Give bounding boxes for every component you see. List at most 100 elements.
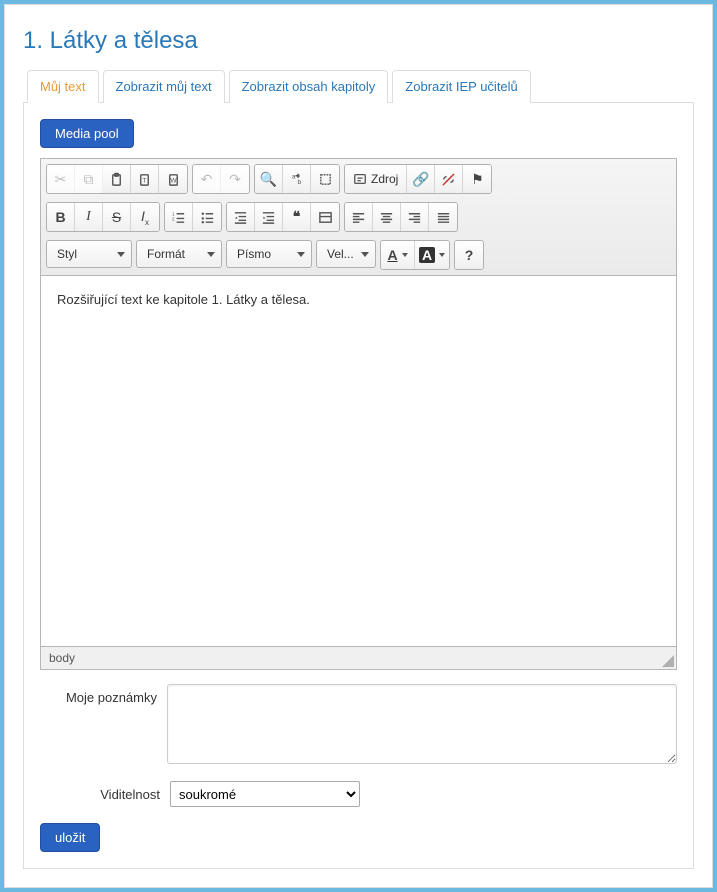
tab-show-chapter-content[interactable]: Zobrazit obsah kapitoly: [229, 70, 389, 103]
style-combo[interactable]: Styl: [46, 240, 132, 268]
chevron-down-icon: [117, 252, 125, 257]
notes-label: Moje poznámky: [40, 684, 157, 705]
numbered-list-button[interactable]: 12: [165, 203, 193, 231]
undo-button[interactable]: ↶: [193, 165, 221, 193]
svg-text:a: a: [292, 173, 296, 180]
bulleted-list-icon: [200, 210, 215, 225]
align-right-button[interactable]: [401, 203, 429, 231]
rich-text-editor: ✂ ⧉ T W: [40, 158, 677, 670]
strike-button[interactable]: S: [103, 203, 131, 231]
bold-icon: B: [55, 209, 65, 225]
editor-content: Rozšiřující text ke kapitole 1. Látky a …: [57, 292, 310, 307]
visibility-label: Viditelnost: [40, 787, 160, 802]
toolbar-group-undo: ↶ ↷: [192, 164, 250, 194]
bg-color-icon: A: [419, 247, 435, 263]
help-button[interactable]: ?: [455, 241, 483, 269]
scissors-icon: ✂: [55, 171, 67, 188]
svg-text:T: T: [143, 177, 147, 184]
source-icon: [353, 172, 367, 186]
remove-format-icon: Ix: [141, 208, 149, 227]
align-left-icon: [351, 210, 366, 225]
visibility-row: Viditelnost soukromé: [40, 781, 677, 807]
source-label: Zdroj: [371, 172, 398, 186]
tab-content: Media pool ✂ ⧉ T: [23, 103, 694, 869]
find-button[interactable]: 🔍: [255, 165, 283, 193]
toolbar-group-lists: 12: [164, 202, 222, 232]
bg-color-button[interactable]: A: [415, 241, 449, 269]
tab-label: Zobrazit IEP učitelů: [405, 79, 517, 94]
style-combo-label: Styl: [57, 247, 77, 261]
text-color-button[interactable]: A: [381, 241, 415, 269]
media-pool-button[interactable]: Media pool: [40, 119, 134, 148]
align-center-button[interactable]: [373, 203, 401, 231]
indent-icon: [261, 210, 276, 225]
bulleted-list-button[interactable]: [193, 203, 221, 231]
italic-button[interactable]: I: [75, 203, 103, 231]
tab-show-my-text[interactable]: Zobrazit můj text: [103, 70, 225, 103]
fontsize-combo-label: Vel...: [327, 247, 354, 261]
paste-text-icon: T: [137, 172, 152, 187]
align-left-button[interactable]: [345, 203, 373, 231]
paste-text-button[interactable]: T: [131, 165, 159, 193]
svg-text:W: W: [170, 177, 177, 184]
numbered-list-icon: 12: [171, 210, 186, 225]
unlink-button[interactable]: [435, 165, 463, 193]
format-combo-label: Formát: [147, 247, 185, 261]
align-justify-icon: [436, 210, 451, 225]
visibility-select[interactable]: soukromé: [170, 781, 360, 807]
editor-body[interactable]: Rozšiřující text ke kapitole 1. Látky a …: [41, 276, 676, 646]
chevron-down-icon: [297, 252, 305, 257]
div-container-button[interactable]: [311, 203, 339, 231]
search-icon: 🔍: [260, 171, 277, 188]
link-icon: 🔗: [412, 171, 429, 188]
text-color-icon: A: [387, 248, 397, 262]
font-combo[interactable]: Písmo: [226, 240, 312, 268]
help-icon: ?: [465, 247, 474, 263]
paste-button[interactable]: [103, 165, 131, 193]
chevron-down-icon: [439, 253, 445, 257]
link-button[interactable]: 🔗: [407, 165, 435, 193]
svg-text:b: b: [297, 179, 301, 186]
toolbar-group-help: ?: [454, 240, 484, 270]
toolbar-group-source: Zdroj 🔗 ⚑: [344, 164, 492, 194]
tab-my-text[interactable]: Můj text: [27, 70, 99, 103]
select-all-button[interactable]: [311, 165, 339, 193]
copy-button[interactable]: ⧉: [75, 165, 103, 193]
anchor-button[interactable]: ⚑: [463, 165, 491, 193]
tab-label: Zobrazit můj text: [116, 79, 212, 94]
editor-toolbar: ✂ ⧉ T W: [41, 159, 676, 276]
main-panel: 1. Látky a tělesa Můj text Zobrazit můj …: [4, 4, 713, 888]
undo-icon: ↶: [201, 171, 213, 188]
source-button[interactable]: Zdroj: [345, 165, 407, 193]
redo-button[interactable]: ↷: [221, 165, 249, 193]
editor-element-path[interactable]: body: [49, 651, 75, 665]
paste-word-button[interactable]: W: [159, 165, 187, 193]
notes-row: Moje poznámky: [40, 684, 677, 767]
paste-icon: [109, 172, 124, 187]
chevron-down-icon: [361, 252, 369, 257]
italic-icon: I: [86, 209, 91, 225]
blockquote-button[interactable]: ❝: [283, 203, 311, 231]
tab-strip: Můj text Zobrazit můj text Zobrazit obsa…: [23, 69, 694, 103]
div-icon: [318, 210, 333, 225]
tab-label: Zobrazit obsah kapitoly: [242, 79, 376, 94]
toolbar-group-basic-styles: B I S Ix: [46, 202, 160, 232]
tab-show-teacher-iep[interactable]: Zobrazit IEP učitelů: [392, 70, 530, 103]
replace-button[interactable]: ab: [283, 165, 311, 193]
save-button[interactable]: uložit: [40, 823, 100, 852]
outdent-button[interactable]: [227, 203, 255, 231]
notes-textarea[interactable]: [167, 684, 677, 764]
toolbar-group-indent: ❝: [226, 202, 340, 232]
bold-button[interactable]: B: [47, 203, 75, 231]
align-justify-button[interactable]: [429, 203, 457, 231]
indent-button[interactable]: [255, 203, 283, 231]
chevron-down-icon: [402, 253, 408, 257]
remove-format-button[interactable]: Ix: [131, 203, 159, 231]
fontsize-combo[interactable]: Vel...: [316, 240, 376, 268]
paste-word-icon: W: [166, 172, 181, 187]
resize-handle[interactable]: [662, 655, 674, 667]
format-combo[interactable]: Formát: [136, 240, 222, 268]
toolbar-group-align: [344, 202, 458, 232]
cut-button[interactable]: ✂: [47, 165, 75, 193]
unlink-icon: [441, 172, 456, 187]
